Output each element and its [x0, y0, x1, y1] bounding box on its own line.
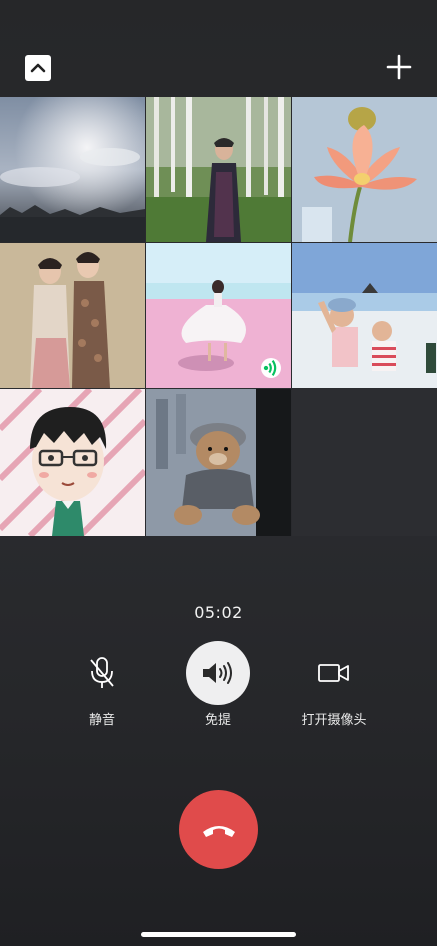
camera-button[interactable]: 打开摄像头	[274, 641, 394, 728]
participant-tile-teddy[interactable]	[146, 389, 291, 536]
mute-button[interactable]: 静音	[42, 641, 162, 728]
participant-tile-lotus[interactable]	[292, 97, 437, 242]
speaker-label: 免提	[204, 713, 231, 728]
video-camera-icon	[318, 664, 349, 682]
participant-photo	[0, 243, 145, 388]
chevron-up-icon	[30, 63, 46, 73]
speaker-icon	[203, 662, 232, 684]
participant-tile-sky[interactable]	[0, 97, 145, 242]
microphone-off-icon	[90, 657, 114, 688]
participant-tile-qipao[interactable]	[0, 243, 145, 388]
empty-tile	[292, 389, 437, 536]
speaker-button[interactable]: 免提	[158, 641, 278, 728]
hang-up-button[interactable]	[179, 790, 258, 869]
participant-photo	[292, 97, 437, 242]
call-timer: 05:02	[194, 603, 243, 622]
participant-tile-forest[interactable]	[146, 97, 291, 242]
participant-photo	[146, 97, 291, 242]
speaking-icon	[263, 360, 277, 376]
mute-label: 静音	[88, 713, 115, 728]
participant-tile-beach[interactable]	[146, 243, 291, 388]
camera-label: 打开摄像头	[301, 713, 367, 728]
participant-photo	[0, 389, 145, 536]
mute-button-circle[interactable]	[70, 641, 134, 705]
participant-photo	[146, 389, 291, 536]
participant-grid	[0, 97, 437, 536]
speaker-button-circle[interactable]	[186, 641, 250, 705]
plus-icon	[386, 54, 412, 80]
add-participant-button[interactable]	[384, 52, 414, 82]
participant-tile-kids[interactable]	[292, 243, 437, 388]
phone-hangup-icon	[202, 825, 235, 837]
participant-photo	[292, 243, 437, 388]
camera-button-circle[interactable]	[302, 641, 366, 705]
collapse-button[interactable]	[25, 55, 51, 81]
speaking-indicator	[261, 358, 281, 378]
participant-photo	[0, 97, 145, 242]
participant-tile-avatar[interactable]	[0, 389, 145, 536]
home-indicator[interactable]	[141, 932, 296, 937]
